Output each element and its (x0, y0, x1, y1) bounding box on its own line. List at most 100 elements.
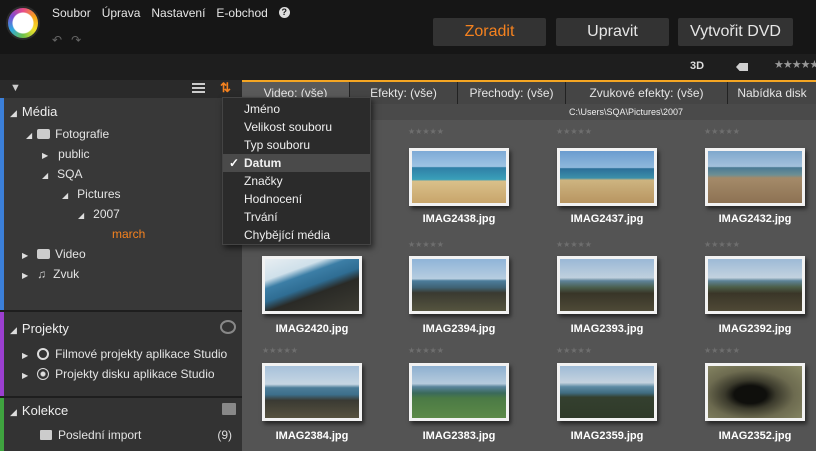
thumbnail-image[interactable] (557, 148, 657, 206)
sort-option-label: Datum (244, 156, 282, 170)
create-dvd-tab-button[interactable]: Vytvořit DVD (678, 18, 793, 46)
library-navigator: ▼ ⇅ ◢ Média ◢ Fotografie ▶ public ◢ SQA ◢ Pic… (0, 80, 242, 451)
thumbnail-image[interactable] (262, 256, 362, 314)
tree-item-movie-projects[interactable]: ▶ Filmové projekty aplikace Studio (22, 347, 227, 361)
tree-item-label: Zvuk (53, 267, 80, 281)
tree-item-label: Video (55, 247, 86, 261)
rating-stars[interactable]: ★★★★★ (408, 127, 444, 136)
sort-option-missing-media[interactable]: Chybějící média (223, 226, 370, 244)
projects-section-header[interactable]: ◢ Projekty (10, 321, 69, 336)
menu-edit[interactable]: Úprava (102, 6, 141, 20)
tree-item-sqa[interactable]: ◢ SQA (42, 167, 83, 181)
sort-option-date[interactable]: ✓ Datum (223, 154, 370, 172)
rating-stars[interactable]: ★★★★★ (408, 346, 444, 355)
media-section-header[interactable]: ◢ Média (10, 104, 57, 119)
edit-tab-button[interactable]: Upravit (556, 18, 669, 46)
collapse-icon: ◢ (62, 191, 69, 200)
asset-tile[interactable]: ★★★★★ IMAG2432.jpg (704, 120, 816, 240)
rating-stars[interactable]: ★★★★★ (556, 127, 592, 136)
thumbnail-image[interactable] (705, 363, 805, 421)
redo-icon[interactable]: ↷ (71, 33, 81, 47)
tree-item-label: public (58, 147, 90, 161)
asset-tile[interactable]: ★★★★★ IMAG2393.jpg (556, 240, 686, 350)
asset-tile[interactable]: ★★★★★ IMAG2394.jpg (408, 240, 538, 350)
asset-tile[interactable]: ★★★★★ IMAG2383.jpg (408, 346, 538, 451)
tab-transitions[interactable]: Přechody: (vše) (458, 82, 566, 104)
sort-option-duration[interactable]: Trvání (223, 208, 370, 226)
asset-tile[interactable]: ★★★★★ IMAG2437.jpg (556, 120, 686, 240)
tree-item-pictures[interactable]: ◢ Pictures (62, 187, 121, 201)
tree-item-disc-projects[interactable]: ▶ Projekty disku aplikace Studio (22, 367, 215, 381)
undo-icon[interactable]: ↶ (52, 33, 62, 47)
asset-tile[interactable]: ★★★★★ IMAG2392.jpg (704, 240, 816, 350)
thumbnail-image[interactable] (705, 256, 805, 314)
rating-stars[interactable]: ★★★★★ (704, 127, 740, 136)
disc-icon (37, 368, 50, 380)
organize-tab-button[interactable]: Zoradit (433, 18, 546, 46)
tree-item-public[interactable]: ▶ public (42, 147, 90, 161)
tree-item-label: Pictures (77, 187, 121, 201)
tag-filter-icon[interactable] (736, 63, 748, 71)
menu-settings[interactable]: Nastavení (151, 6, 205, 20)
tree-item-audio[interactable]: ▶ ♫ Zvuk (22, 267, 79, 281)
tab-disc-menus[interactable]: Nabídka disk (728, 82, 816, 104)
tree-item-march[interactable]: march (112, 227, 145, 241)
collapse-icon: ◢ (26, 131, 33, 140)
asset-tile[interactable]: ★★★★★ IMAG2359.jpg (556, 346, 686, 451)
list-view-icon[interactable] (192, 83, 205, 93)
sort-option-file-size[interactable]: Velikost souboru (223, 118, 370, 136)
collections-section-accent (0, 398, 4, 451)
rating-filter[interactable]: ★★★★★ (774, 58, 816, 71)
projects-section-accent (0, 312, 4, 396)
current-path: C:\Users\SQA\Pictures\2007 (569, 107, 684, 117)
tree-item-video[interactable]: ▶ Video (22, 247, 86, 261)
file-name: IMAG2384.jpg (275, 430, 349, 442)
view-options-strip: 3D ★★★★★ (0, 54, 816, 80)
menu-eshop[interactable]: E-obchod (216, 6, 267, 20)
checkmark-icon: ✓ (229, 156, 240, 170)
app-window: Soubor Úprava Nastavení E-obchod ? ↶ ↷ Z… (0, 0, 816, 451)
file-name: IMAG2437.jpg (570, 213, 644, 225)
tab-sound-effects[interactable]: Zvukové efekty: (vše) (566, 82, 728, 104)
3d-filter-button[interactable]: 3D (690, 60, 704, 72)
top-bar: Soubor Úprava Nastavení E-obchod ? ↶ ↷ Z… (0, 0, 816, 54)
add-project-icon[interactable] (220, 320, 236, 334)
thumbnail-image[interactable] (557, 256, 657, 314)
asset-tile[interactable]: ★★★★★ IMAG2438.jpg (408, 120, 538, 240)
thumbnail-image[interactable] (409, 148, 509, 206)
thumbnail-image[interactable] (409, 363, 509, 421)
sort-option-tags[interactable]: Značky (223, 172, 370, 190)
thumbnail-image[interactable] (557, 363, 657, 421)
sort-icon[interactable]: ⇅ (220, 80, 231, 96)
sort-option-file-type[interactable]: Typ souboru (223, 136, 370, 154)
rating-stars[interactable]: ★★★★★ (556, 240, 592, 249)
sort-option-name[interactable]: Jméno (223, 100, 370, 118)
rating-stars[interactable]: ★★★★★ (556, 346, 592, 355)
last-import-count: (9) (217, 428, 232, 442)
tree-item-label: Projekty disku aplikace Studio (55, 367, 215, 381)
menu-file[interactable]: Soubor (52, 6, 91, 20)
collections-section-header[interactable]: ◢ Kolekce (10, 403, 68, 418)
file-name: IMAG2359.jpg (570, 430, 644, 442)
asset-tile[interactable]: ★★★★★ IMAG2384.jpg (262, 346, 392, 451)
tree-item-photos[interactable]: ◢ Fotografie (26, 127, 109, 141)
media-section: ◢ Média ◢ Fotografie ▶ public ◢ SQA ◢ Picture… (0, 98, 242, 310)
tree-item-2007[interactable]: ◢ 2007 (78, 207, 120, 221)
add-collection-icon[interactable] (222, 403, 236, 415)
add-location-icon[interactable]: ▼ (10, 82, 21, 94)
thumbnail-image[interactable] (705, 148, 805, 206)
sort-option-rating[interactable]: Hodnocení (223, 190, 370, 208)
app-logo[interactable] (6, 6, 40, 40)
rating-stars[interactable]: ★★★★★ (704, 240, 740, 249)
rating-stars[interactable]: ★★★★★ (262, 346, 298, 355)
help-icon[interactable]: ? (278, 7, 290, 18)
thumbnail-image[interactable] (262, 363, 362, 421)
tree-item-last-import[interactable]: Poslední import (40, 428, 141, 442)
asset-tile[interactable]: ★★★★★ IMAG2352.jpg (704, 346, 816, 451)
file-name: IMAG2352.jpg (718, 430, 792, 442)
asset-tile[interactable]: IMAG2420.jpg (262, 240, 392, 350)
rating-stars[interactable]: ★★★★★ (704, 346, 740, 355)
rating-stars[interactable]: ★★★★★ (408, 240, 444, 249)
collapse-icon: ◢ (10, 108, 17, 118)
thumbnail-image[interactable] (409, 256, 509, 314)
